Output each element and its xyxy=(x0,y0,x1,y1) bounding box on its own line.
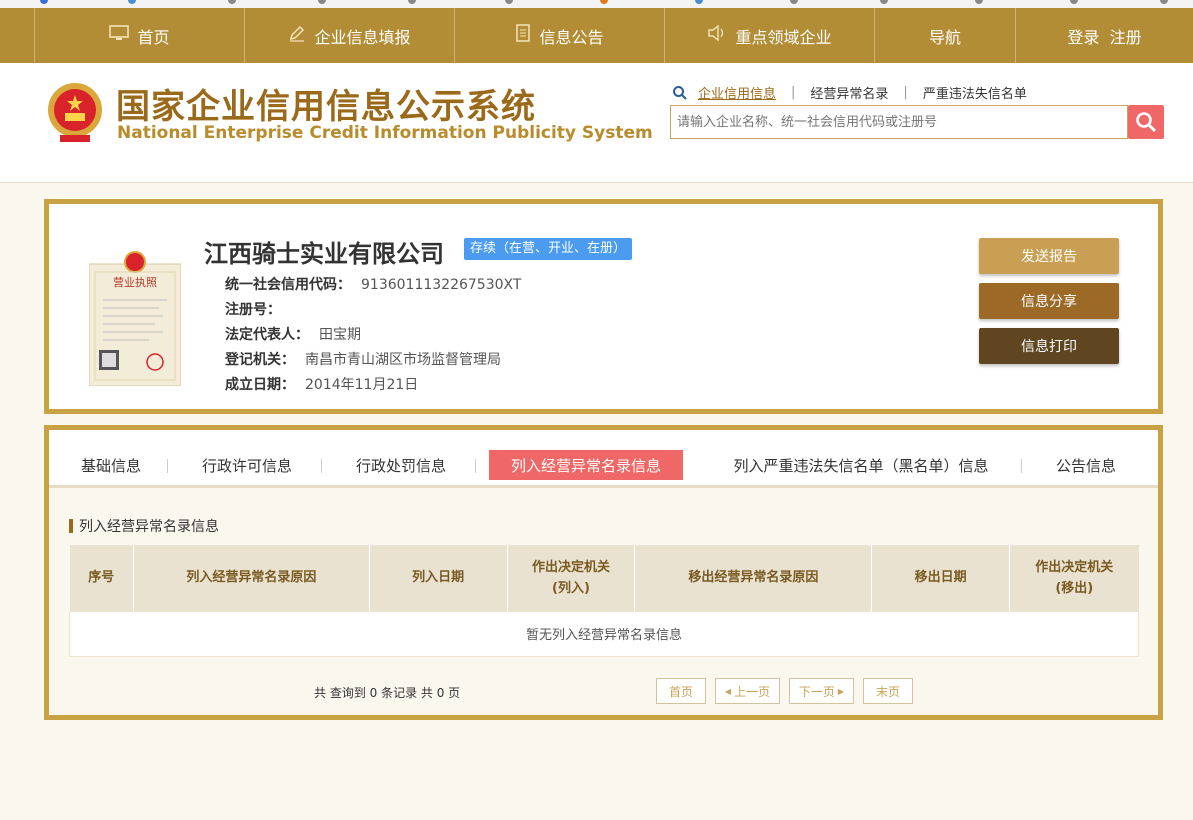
bookmark-bar xyxy=(0,0,1193,8)
nav-item-key-enterprises[interactable]: 重点领域企业 xyxy=(665,8,875,63)
company-name: 江西骑士实业有限公司 xyxy=(204,240,444,268)
company-summary-card: 营业执照 江西骑士实业有限公司 存续（在营、开业、在册） 统一社会信用代码： 91… xyxy=(44,199,1163,414)
chevron-left-icon: ◀ xyxy=(724,686,732,696)
business-license-image[interactable]: 营业执照 xyxy=(89,244,181,386)
info-label: 成立日期： xyxy=(225,377,295,393)
info-tabs: 基础信息 行政许可信息 行政处罚信息 列入经营异常名录信息 列入严重违法失信名单… xyxy=(49,430,1158,488)
search-type-tabs: 企业信用信息 | 经营异常名录 | 严重违法失信名单 xyxy=(672,83,1027,102)
bookmark-icon[interactable] xyxy=(600,0,608,4)
print-info-button[interactable]: 信息打印 xyxy=(979,328,1119,364)
nav-item-label: 信息公告 xyxy=(539,27,604,47)
info-label: 登记机关： xyxy=(225,352,295,368)
send-report-button[interactable]: 发送报告 xyxy=(979,238,1119,274)
monitor-icon xyxy=(109,25,130,46)
pagination-first-button[interactable]: 首页 xyxy=(656,678,706,704)
bookmark-icon[interactable] xyxy=(880,0,888,4)
pen-icon xyxy=(288,24,306,47)
share-info-button[interactable]: 信息分享 xyxy=(979,283,1119,319)
site-logo-title: 国家企业信用信息公示系统 xyxy=(116,87,536,127)
info-value: 9136011132267530XT xyxy=(361,277,522,293)
tab-admin-license[interactable]: 行政许可信息 xyxy=(187,450,307,480)
nav-item-label: 登录 注册 xyxy=(1067,27,1142,47)
bookmark-icon[interactable] xyxy=(975,0,983,4)
nav-item-navigation[interactable]: 导航 xyxy=(875,8,1016,63)
tab-basic-info[interactable]: 基础信息 xyxy=(65,450,157,480)
site-header: 国家企业信用信息公示系统 National Enterprise Credit … xyxy=(0,63,1193,183)
nav-item-report[interactable]: 企业信息填报 xyxy=(245,8,455,63)
nav-item-login-register[interactable]: 登录 注册 xyxy=(1016,8,1193,63)
info-row-credit-code: 统一社会信用代码： 9136011132267530XT xyxy=(225,274,521,294)
column-header: 作出决定机关 (移出) xyxy=(1009,545,1139,612)
tab-abnormal-list[interactable]: 列入经营异常名录信息 xyxy=(489,450,683,480)
pagination-prev-button[interactable]: ◀ 上一页 xyxy=(715,678,780,704)
bookmark-icon[interactable] xyxy=(408,0,416,4)
speaker-icon xyxy=(707,24,727,46)
info-label: 法定代表人： xyxy=(225,327,309,343)
column-header: 作出决定机关 (列入) xyxy=(506,545,635,612)
column-header: 移出经营异常名录原因 xyxy=(634,545,872,612)
search-tab-abnormal-list[interactable]: 经营异常名录 xyxy=(810,83,888,102)
nav-item-label: 导航 xyxy=(928,27,961,47)
info-value: 南昌市青山湖区市场监督管理局 xyxy=(305,352,501,368)
search-button[interactable] xyxy=(1128,105,1164,139)
info-label: 统一社会信用代码： xyxy=(225,277,351,293)
section-marker xyxy=(69,518,73,533)
search-icon xyxy=(673,85,687,100)
bookmark-icon[interactable] xyxy=(128,0,136,4)
nav-item-announcement[interactable]: 信息公告 xyxy=(455,8,665,63)
status-badge: 存续（在营、开业、在册） xyxy=(464,238,633,260)
bookmark-icon[interactable] xyxy=(228,0,236,4)
document-icon xyxy=(515,24,531,47)
column-header: 列入日期 xyxy=(368,545,508,612)
info-value: 田宝期 xyxy=(319,327,361,343)
info-row-registration-number: 注册号： xyxy=(225,299,291,319)
column-header: 移出日期 xyxy=(871,545,1010,612)
column-header: 列入经营异常名录原因 xyxy=(132,545,370,612)
table-header-row: 序号 列入经营异常名录原因 列入日期 作出决定机关 (列入) 移出经营异常名录原… xyxy=(69,545,1139,612)
nav-item-label: 首页 xyxy=(137,27,170,47)
national-emblem-icon xyxy=(48,83,102,142)
tab-blacklist[interactable]: 列入严重违法失信名单（黑名单）信息 xyxy=(711,450,1011,480)
nav-item-label: 企业信息填报 xyxy=(314,27,411,47)
search-input[interactable] xyxy=(670,105,1128,139)
search-tab-credit-info[interactable]: 企业信用信息 xyxy=(698,83,776,102)
info-value: 2014年11月21日 xyxy=(305,377,419,393)
info-row-registration-authority: 登记机关： 南昌市青山湖区市场监督管理局 xyxy=(225,349,501,369)
nav-item-home[interactable]: 首页 xyxy=(34,8,245,63)
info-row-legal-representative: 法定代表人： 田宝期 xyxy=(225,324,361,344)
license-title: 营业执照 xyxy=(113,275,157,289)
search-tab-blacklist[interactable]: 严重违法失信名单 xyxy=(923,83,1027,102)
bookmark-icon[interactable] xyxy=(695,0,703,4)
bookmark-icon[interactable] xyxy=(318,0,326,4)
bookmark-icon[interactable] xyxy=(40,0,48,4)
table-row: 暂无列入经营异常名录信息 xyxy=(69,612,1139,657)
empty-state-text: 暂无列入经营异常名录信息 xyxy=(69,612,1139,657)
abnormal-list-table: 序号 列入经营异常名录原因 列入日期 作出决定机关 (列入) 移出经营异常名录原… xyxy=(69,545,1139,657)
top-nav: 首页 企业信息填报 信息公告 重点领域企业 导航 登录 注册 xyxy=(0,8,1193,63)
column-header: 序号 xyxy=(69,545,134,612)
pagination-last-button[interactable]: 末页 xyxy=(863,678,913,704)
chevron-right-icon: ▶ xyxy=(837,686,845,696)
bookmark-icon[interactable] xyxy=(1160,0,1168,4)
search-icon xyxy=(1136,112,1157,133)
bookmark-icon[interactable] xyxy=(790,0,798,4)
bookmark-icon[interactable] xyxy=(505,0,513,4)
tab-announcements[interactable]: 公告信息 xyxy=(1041,450,1131,480)
tab-admin-penalty[interactable]: 行政处罚信息 xyxy=(341,450,461,480)
section-title: 列入经营异常名录信息 xyxy=(69,516,219,536)
record-count-summary: 共 查询到 0 条记录 共 0 页 xyxy=(314,686,461,700)
bookmark-icon[interactable] xyxy=(1070,0,1078,4)
info-label: 注册号： xyxy=(225,302,281,318)
nav-item-label: 重点领域企业 xyxy=(735,27,832,47)
site-logo-subtitle: National Enterprise Credit Information P… xyxy=(117,123,653,143)
detail-panel: 基础信息 行政许可信息 行政处罚信息 列入经营异常名录信息 列入严重违法失信名单… xyxy=(44,425,1163,720)
pagination-next-button[interactable]: 下一页 ▶ xyxy=(789,678,854,704)
info-row-establish-date: 成立日期： 2014年11月21日 xyxy=(225,374,418,394)
